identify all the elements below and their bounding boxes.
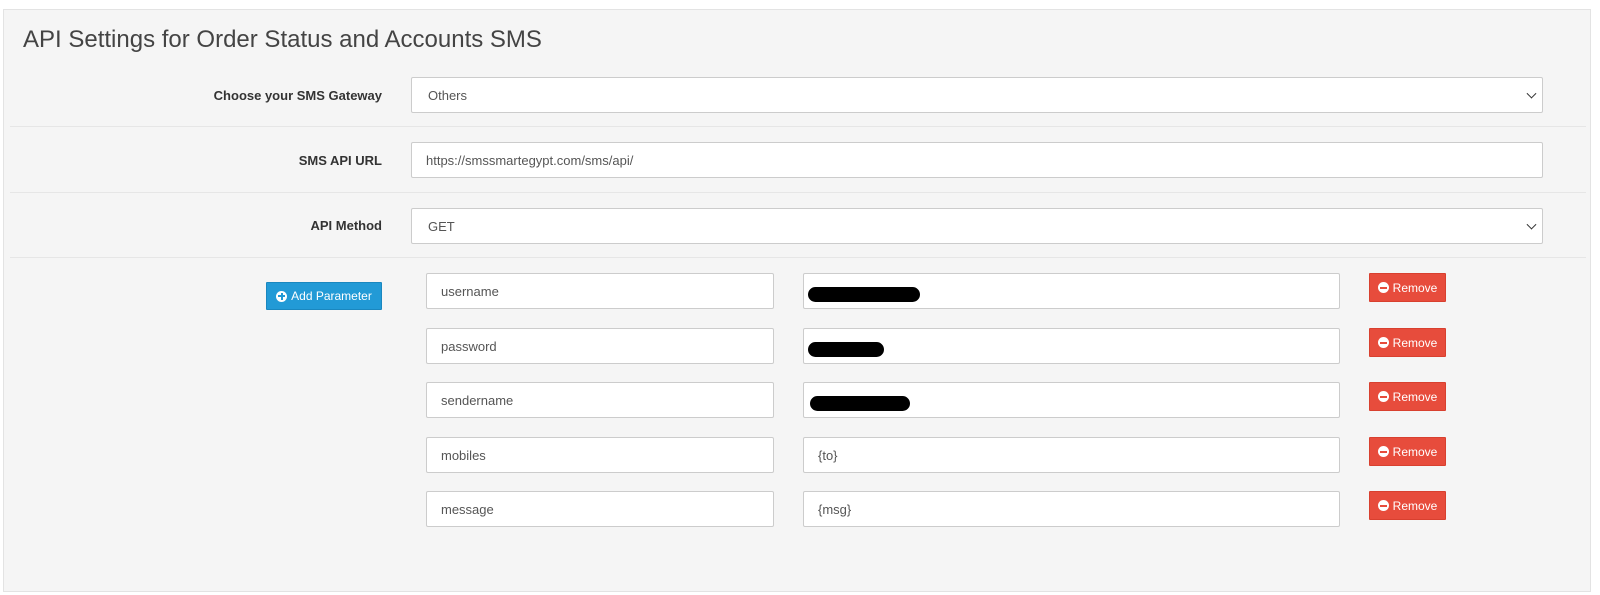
param-key-input[interactable]: sendername [426,382,774,418]
gateway-select[interactable]: Others [411,77,1543,113]
param-key-value: sendername [441,392,514,408]
redacted-value-mask [808,341,884,357]
api-method-label: API Method [310,218,383,233]
param-key-value: mobiles [441,447,486,463]
param-value: {msg} [818,501,852,517]
param-value-input[interactable] [803,273,1340,309]
remove-parameter-button[interactable]: Remove [1369,437,1446,466]
api-url-label: SMS API URL [298,153,382,168]
param-value-input[interactable] [803,328,1340,364]
remove-parameter-button[interactable]: Remove [1369,382,1446,411]
remove-parameter-button[interactable]: Remove [1369,273,1446,302]
add-parameter-label: Add Parameter [291,289,372,303]
api-url-input[interactable]: https://smssmartegypt.com/sms/api/ [411,142,1543,178]
chevron-down-icon [1526,219,1537,230]
minus-circle-icon [1377,500,1389,511]
row-divider [10,257,1586,258]
redacted-value-mask [810,395,910,411]
api-url-value: https://smssmartegypt.com/sms/api/ [426,152,634,168]
redacted-value-mask [808,286,920,302]
remove-label: Remove [1392,280,1438,295]
param-key-value: message [441,501,494,517]
api-method-select[interactable]: GET [411,208,1543,244]
minus-circle-icon [1377,282,1389,293]
chevron-down-icon [1526,88,1537,99]
remove-label: Remove [1392,444,1438,459]
minus-circle-icon [1377,391,1389,402]
gateway-selected-value: Others [428,87,468,103]
param-key-input[interactable]: username [426,273,774,309]
api-method-selected-value: GET [428,218,455,234]
param-value-input[interactable]: {msg} [803,491,1340,527]
add-parameter-button[interactable]: Add Parameter [266,282,382,310]
minus-circle-icon [1377,446,1389,457]
remove-label: Remove [1392,335,1438,350]
remove-parameter-button[interactable]: Remove [1369,328,1446,357]
remove-label: Remove [1392,389,1438,404]
param-key-value: username [441,283,499,299]
param-value-input[interactable] [803,382,1340,418]
param-key-value: password [441,338,497,354]
row-divider [10,192,1586,193]
param-value: {to} [818,447,838,463]
minus-circle-icon [1377,337,1389,348]
panel-title: API Settings for Order Status and Accoun… [23,26,542,53]
row-divider [10,126,1586,127]
remove-parameter-button[interactable]: Remove [1369,491,1446,520]
param-key-input[interactable]: mobiles [426,437,774,473]
gateway-label: Choose your SMS Gateway [213,88,382,103]
param-value-input[interactable]: {to} [803,437,1340,473]
remove-label: Remove [1392,498,1438,513]
plus-circle-icon [276,290,288,302]
param-key-input[interactable]: message [426,491,774,527]
param-key-input[interactable]: password [426,328,774,364]
api-settings-panel: API Settings for Order Status and Accoun… [3,9,1591,592]
